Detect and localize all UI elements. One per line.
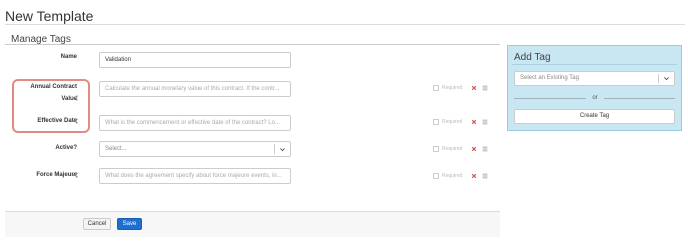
or-line-left [514,98,586,99]
page-title: New Template [5,8,94,24]
required-checkbox[interactable] [433,173,439,179]
highlight-annotation [12,79,90,133]
delete-x-icon[interactable] [471,146,477,152]
drag-handle-icon[interactable] [482,146,488,152]
select-divider [658,74,659,83]
save-button[interactable]: Save [117,218,142,230]
drag-handle-icon[interactable] [482,85,488,91]
share-icon[interactable] [72,172,78,178]
required-label: Required [442,146,463,152]
required-label: Required [442,173,463,179]
drag-handle-icon[interactable] [482,173,488,179]
form-footer: Cancel Save [5,212,500,237]
or-line-right [604,98,675,99]
field-label-name: Name [60,54,77,60]
create-tag-button[interactable]: Create Tag [514,109,675,124]
add-tag-divider [512,64,677,65]
drag-handle-icon[interactable] [482,119,488,125]
required-label: Required [442,85,463,91]
cancel-button[interactable]: Cancel [83,218,111,230]
effective-date-input[interactable]: What is the commencement or effective da… [99,115,291,131]
section-divider [5,44,500,45]
field-label-active: Active? [55,145,77,151]
existing-tag-select-value: Select an Existing Tag [520,75,579,81]
manage-tags-panel: Manage Tags Name Validation Annual Contr… [5,30,500,237]
chevron-down-icon[interactable] [279,146,286,153]
add-tag-panel: Add Tag Select an Existing Tag or Create… [507,45,682,131]
or-text: or [592,95,598,101]
delete-x-icon[interactable] [471,173,477,179]
title-divider [5,24,685,25]
delete-x-icon[interactable] [471,119,477,125]
annual-contract-value-input[interactable]: Calculate the annual monetary value of t… [99,81,291,97]
required-checkbox[interactable] [433,146,439,152]
select-divider [274,144,275,154]
delete-x-icon[interactable] [471,85,477,91]
required-checkbox[interactable] [433,119,439,125]
or-separator: or [514,94,675,102]
existing-tag-select[interactable]: Select an Existing Tag [514,71,675,86]
active-select-value: Select... [105,146,127,152]
force-majeure-input[interactable]: What does the agreement specify about fo… [99,168,291,184]
required-label: Required [442,119,463,125]
chevron-down-icon[interactable] [663,75,670,82]
add-tag-title: Add Tag [514,52,551,63]
name-input[interactable]: Validation [99,52,291,68]
required-checkbox[interactable] [433,85,439,91]
field-label-force-majeure: Force Majeure [36,172,77,178]
active-select[interactable]: Select... [99,141,291,157]
